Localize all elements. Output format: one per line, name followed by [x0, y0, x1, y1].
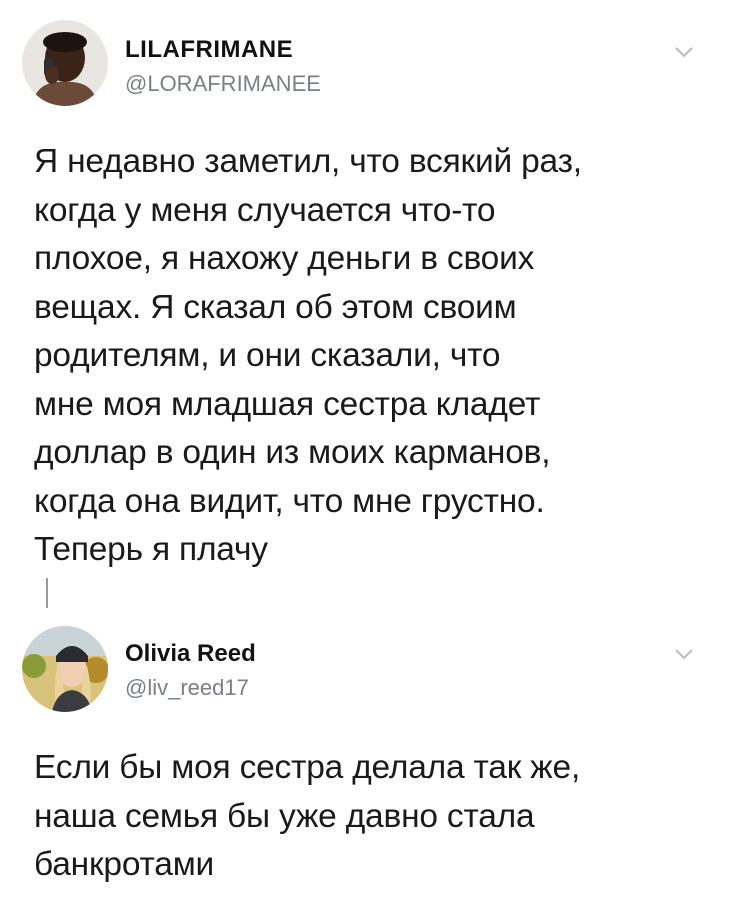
tweet-2-text: Если бы моя сестра делала так же, наша с… — [34, 749, 581, 883]
chevron-down-icon[interactable] — [674, 46, 694, 58]
chevron-down-icon[interactable] — [674, 648, 694, 660]
tweet-1-text: Я недавно заметил, что всякий раз, когда… — [34, 143, 582, 568]
tweet-2: Olivia Reed @liv_reed17 Если бы моя сест… — [0, 610, 730, 912]
tweet-2-handle[interactable]: @liv_reed17 — [125, 675, 249, 701]
tweet-2-display-name[interactable]: Olivia Reed — [125, 640, 256, 668]
tweet-2-avatar[interactable] — [22, 626, 108, 712]
tweet-1-handle[interactable]: @LORAFRIMANEE — [125, 71, 321, 97]
tweet-1-avatar[interactable] — [22, 20, 108, 106]
tweet-1-display-name[interactable]: LILAFRIMANE — [125, 36, 293, 64]
thread-line — [46, 578, 48, 608]
tweet-1: LILAFRIMANE @LORAFRIMANEE Я недавно заме… — [0, 0, 730, 610]
